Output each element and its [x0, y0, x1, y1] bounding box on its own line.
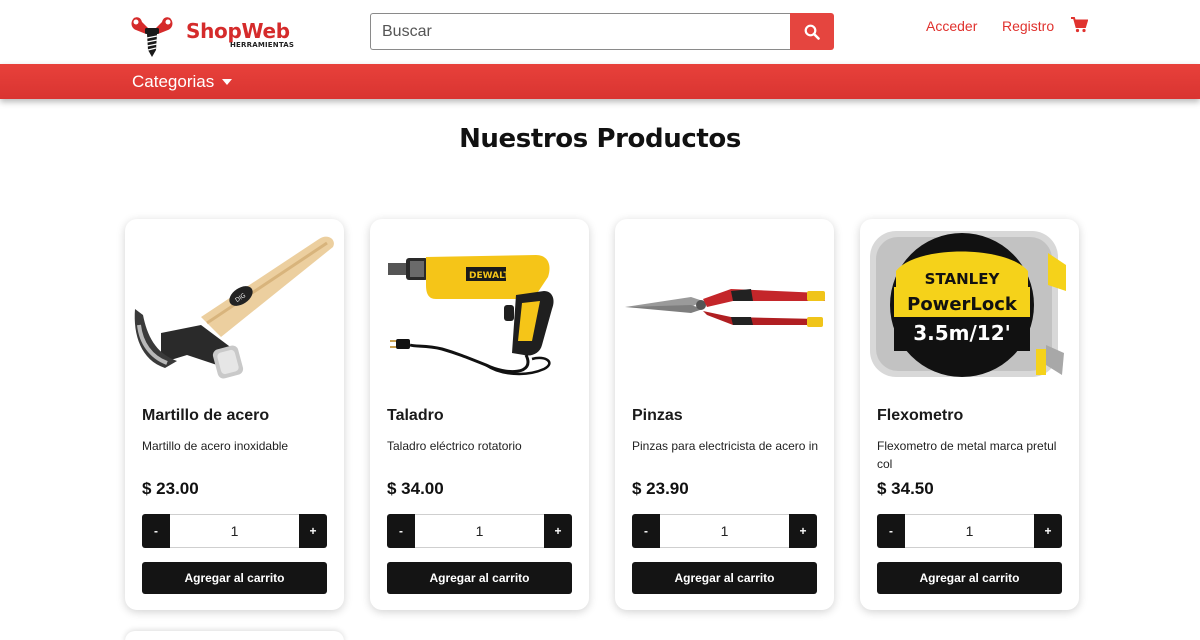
- product-card: DIG Martillo de acero Martillo de acero …: [125, 219, 344, 610]
- add-to-cart-button[interactable]: Agregar al carrito: [877, 562, 1062, 594]
- brand-subtitle: HERRAMIENTAS: [230, 41, 295, 49]
- tape-brand-label: STANLEY: [925, 270, 1001, 288]
- search-input[interactable]: [370, 13, 790, 50]
- drill-image: DEWALT: [388, 255, 554, 376]
- tape-measure-image: STANLEY PowerLock 3.5m/12': [870, 231, 1066, 377]
- shopweb-logo[interactable]: ShopWeb HERRAMIENTAS: [128, 12, 298, 58]
- product-name: Pinzas: [632, 407, 683, 424]
- hammer-image: DIG: [134, 236, 334, 379]
- product-price: $ 34.50: [877, 479, 934, 498]
- decrease-quantity-button[interactable]: -: [877, 514, 905, 548]
- product-card: DEWALT Taladro Taladro eléctrico rotator…: [370, 219, 589, 610]
- category-bar: Categorias: [0, 64, 1200, 99]
- increase-quantity-button[interactable]: +: [299, 514, 327, 548]
- quantity-input[interactable]: [415, 514, 544, 548]
- increase-quantity-button[interactable]: +: [1034, 514, 1062, 548]
- quantity-input[interactable]: [905, 514, 1034, 548]
- search-button[interactable]: [790, 13, 834, 50]
- quantity-input[interactable]: [170, 514, 299, 548]
- product-price: $ 23.00: [142, 479, 199, 498]
- product-description: Pinzas para electricista de acero in: [632, 439, 819, 453]
- quantity-stepper: - +: [877, 514, 1062, 548]
- product-name: Martillo de acero: [142, 407, 270, 424]
- tape-size-label: 3.5m/12': [913, 321, 1011, 345]
- decrease-quantity-button[interactable]: -: [632, 514, 660, 548]
- search-bar: [370, 13, 834, 50]
- product-card: STANLEY PowerLock 3.5m/12' Flexometro Fl…: [860, 219, 1079, 610]
- product-price: $ 23.90: [632, 479, 689, 498]
- quantity-stepper: - +: [632, 514, 817, 548]
- cart-icon[interactable]: [1071, 17, 1088, 33]
- product-card-partial: [125, 631, 344, 640]
- page-title: Nuestros Productos: [459, 124, 741, 154]
- snips-image: [625, 289, 825, 327]
- product-name: Taladro: [387, 407, 444, 424]
- add-to-cart-button[interactable]: Agregar al carrito: [387, 562, 572, 594]
- product-card: Pinzas Pinzas para electricista de acero…: [615, 219, 834, 610]
- product-name: Flexometro: [877, 407, 964, 424]
- svg-text:DEWALT: DEWALT: [469, 271, 510, 281]
- product-description: Taladro eléctrico rotatorio: [387, 439, 522, 453]
- categories-dropdown[interactable]: Categorias: [132, 72, 233, 92]
- increase-quantity-button[interactable]: +: [789, 514, 817, 548]
- decrease-quantity-button[interactable]: -: [387, 514, 415, 548]
- quantity-stepper: - +: [387, 514, 572, 548]
- quantity-stepper: - +: [142, 514, 327, 548]
- tools-logo-icon: [131, 17, 173, 57]
- increase-quantity-button[interactable]: +: [544, 514, 572, 548]
- product-description: Martillo de acero inoxidable: [142, 439, 289, 453]
- add-to-cart-button[interactable]: Agregar al carrito: [632, 562, 817, 594]
- search-icon: [804, 24, 820, 40]
- brand-name: ShopWeb: [186, 19, 290, 43]
- caret-down-icon: [222, 79, 233, 85]
- tape-model-label: PowerLock: [907, 294, 1018, 315]
- register-link[interactable]: Registro: [1002, 18, 1054, 34]
- product-description: Flexometro de metal marca pretul col: [877, 439, 1057, 471]
- add-to-cart-button[interactable]: Agregar al carrito: [142, 562, 327, 594]
- top-header: ShopWeb HERRAMIENTAS Acceder Registro: [0, 0, 1200, 64]
- decrease-quantity-button[interactable]: -: [142, 514, 170, 548]
- product-price: $ 34.00: [387, 479, 444, 498]
- login-link[interactable]: Acceder: [926, 18, 977, 34]
- categories-label: Categorias: [132, 72, 215, 91]
- quantity-input[interactable]: [660, 514, 789, 548]
